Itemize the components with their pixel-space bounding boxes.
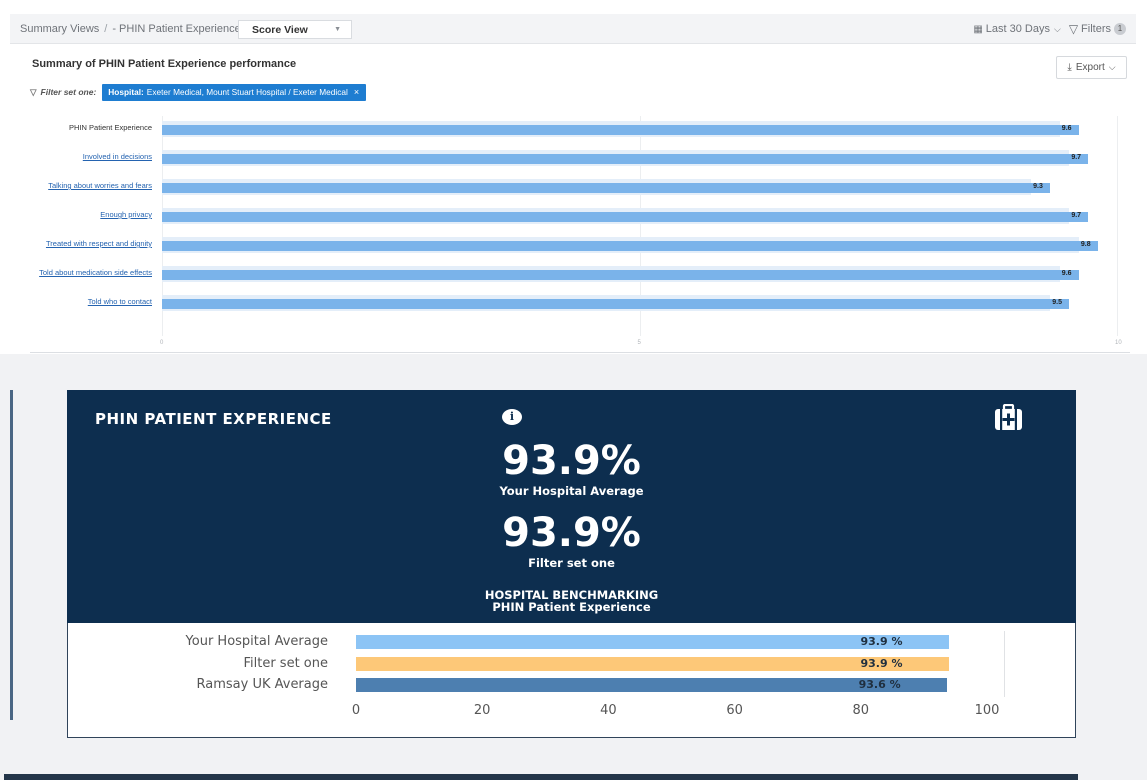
x-tick-label: 0 <box>160 340 164 346</box>
summary-title: Summary of PHIN Patient Experience perfo… <box>32 58 297 70</box>
export-label: Export <box>1075 62 1105 73</box>
breadcrumb-separator: / <box>104 23 108 35</box>
filter-set-value: 93.9% <box>502 510 641 556</box>
medical-kit-icon <box>995 404 1022 430</box>
benchmark-x-tick: 80 <box>852 703 870 718</box>
bar-value-label: 9.8 <box>1080 241 1091 248</box>
benchmark-label: Your Hospital Average <box>185 634 328 649</box>
caret-down-icon: ▼ <box>334 26 341 33</box>
breadcrumb-summary-views[interactable]: Summary Views <box>20 23 99 35</box>
benchmark-row: Your Hospital Average 93.9 % <box>68 633 1077 651</box>
category-label: PHIN Patient Experience <box>69 123 152 132</box>
filter-chip-value: Exeter Medical, Mount Stuart Hospital / … <box>146 87 348 97</box>
x-tick-label: 10 <box>1115 340 1122 346</box>
breadcrumb-phin-patient-experience[interactable]: - PHIN Patient Experience <box>112 23 240 35</box>
bar <box>162 125 1079 135</box>
benchmark-x-tick: 100 <box>974 703 1000 718</box>
filters-label: Filters <box>1081 23 1111 35</box>
benchmark-row: Filter set one 93.9 % <box>68 655 1077 673</box>
filter-set-row: ▽ Filter set one: Hospital: Exeter Medic… <box>30 83 367 101</box>
view-select-value: Score View <box>252 23 308 36</box>
benchmark-value-label: 93.9 % <box>860 657 903 670</box>
benchmark-x-tick: 40 <box>600 703 617 718</box>
bar <box>162 299 1070 309</box>
bar-value-label: 9.3 <box>1033 183 1043 190</box>
bar <box>162 154 1089 164</box>
filter-set-value-label: Filter set one <box>528 556 615 570</box>
bar-row: Treated with respect and dignity 9.8 <box>22 236 1134 254</box>
hospital-average-label: Your Hospital Average <box>499 484 644 498</box>
chevron-down-icon: ⌵ <box>1108 62 1116 72</box>
x-axis-line <box>30 352 1130 353</box>
benchmark-bar-chart: Your Hospital Average 93.9 % Filter set on… <box>67 623 1076 738</box>
benchmark-x-tick: 0 <box>351 703 361 718</box>
left-edge-divider <box>10 390 13 720</box>
summary-panel: Summary of PHIN Patient Experience perfo… <box>22 46 1134 354</box>
category-label[interactable]: Involved in decisions <box>83 152 152 161</box>
bar-row: Told who to contact 9.5 <box>22 294 1134 312</box>
next-card-edge <box>4 774 1078 780</box>
hospital-average-value: 93.9% <box>502 438 641 484</box>
bar-row: PHIN Patient Experience 9.6 <box>22 120 1134 138</box>
x-tick-label: 5 <box>637 340 641 346</box>
category-label[interactable]: Told about medication side effects <box>39 268 152 277</box>
funnel-icon: ▽ <box>1068 22 1079 36</box>
bar-value-label: 9.7 <box>1071 212 1082 219</box>
bar <box>162 212 1089 222</box>
filters-button[interactable]: ▽ Filters 1 <box>1069 22 1126 36</box>
filter-set-label: Filter set one: <box>40 87 97 97</box>
benchmark-x-tick: 60 <box>726 703 743 718</box>
funnel-icon: ▽ <box>30 86 37 97</box>
bar-row: Involved in decisions 9.7 <box>22 149 1134 167</box>
chevron-down-icon: ⌵ <box>1053 23 1061 34</box>
export-button[interactable]: ⤓ Export ⌵ <box>1056 56 1127 79</box>
bar-value-label: 9.6 <box>1061 125 1072 132</box>
bar-value-label: 9.7 <box>1071 154 1082 161</box>
kpi-card: PHIN PATIENT EXPERIENCE i 93.9% Your Hos… <box>67 390 1076 623</box>
benchmark-subheading: PHIN Patient Experience <box>492 600 651 614</box>
toolbar-right: ▦ Last 30 Days ⌵ ▽ Filters 1 <box>965 14 1126 44</box>
bar <box>162 270 1079 280</box>
download-icon: ⤓ <box>1067 62 1072 73</box>
category-label[interactable]: Treated with respect and dignity <box>46 239 152 248</box>
info-icon[interactable]: i <box>502 409 522 425</box>
benchmark-row: Ramsay UK Average 93.6 % <box>68 676 1077 694</box>
filter-chip-hospital[interactable]: Hospital: Exeter Medical, Mount Stuart H… <box>102 83 367 101</box>
benchmark-value-label: 93.9 % <box>860 635 903 648</box>
date-range-dropdown[interactable]: ▦ Last 30 Days ⌵ <box>973 23 1060 35</box>
bar-value-label: 9.6 <box>1061 270 1072 277</box>
calendar-icon: ▦ <box>973 23 983 35</box>
bar <box>162 183 1051 193</box>
bar-value-label: 9.5 <box>1052 299 1062 306</box>
benchmark-label: Filter set one <box>243 656 328 671</box>
benchmark-x-tick: 20 <box>473 703 491 718</box>
category-label[interactable]: Talking about worries and fears <box>48 181 152 190</box>
benchmark-label: Ramsay UK Average <box>196 677 329 692</box>
category-label[interactable]: Told who to contact <box>88 297 152 306</box>
bar-row: Told about medication side effects 9.6 <box>22 265 1134 283</box>
top-bar: Summary Views / - PHIN Patient Experienc… <box>10 14 1136 44</box>
bar <box>162 241 1098 251</box>
bar-row: Talking about worries and fears 9.3 <box>22 178 1134 196</box>
filters-count-badge: 1 <box>1114 23 1126 35</box>
breadcrumb: Summary Views / - PHIN Patient Experienc… <box>20 14 254 44</box>
benchmark-value-label: 93.6 % <box>858 678 901 691</box>
bar-row: Enough privacy 9.7 <box>22 207 1134 225</box>
date-range-label: Last 30 Days <box>985 23 1050 35</box>
category-label[interactable]: Enough privacy <box>100 210 152 219</box>
kpi-title: PHIN PATIENT EXPERIENCE <box>95 410 332 428</box>
filter-chip-key: Hospital: <box>108 87 144 97</box>
view-select[interactable]: Score View ▼ <box>238 20 352 39</box>
score-bar-chart: 0 5 10 PHIN Patient Experience 9.6 Involved i… <box>22 116 1134 353</box>
close-icon[interactable]: × <box>354 87 359 97</box>
